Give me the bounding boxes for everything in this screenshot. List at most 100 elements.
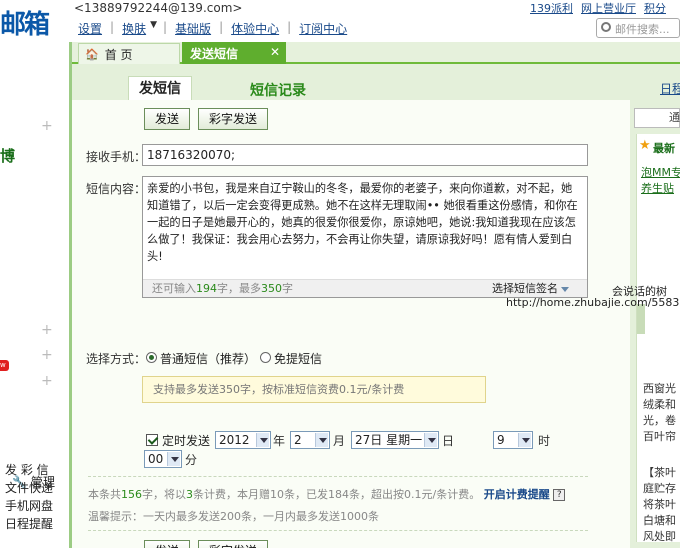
notice-box: 支持最多发送350字，按标准短信资费0.1元/条计费 bbox=[142, 376, 486, 403]
content-label: 短信内容： bbox=[86, 182, 147, 196]
tab-send-sms[interactable]: 发送短信 ✕ bbox=[182, 42, 286, 64]
schedule-label: 定时发送 bbox=[162, 434, 211, 448]
month-value: 2 bbox=[294, 433, 302, 447]
year-unit: 年 bbox=[273, 434, 286, 448]
sidebar-item-mms[interactable]: 发 彩 信 bbox=[5, 461, 49, 478]
nav-subscription-center[interactable]: 订阅中心 bbox=[297, 20, 349, 37]
expand-plus-icon[interactable]: + bbox=[41, 347, 53, 363]
minute-value: 00 bbox=[148, 452, 164, 466]
divider bbox=[88, 476, 588, 477]
link-points[interactable]: 积分 bbox=[644, 0, 666, 16]
nav-skin[interactable]: 换肤 bbox=[120, 20, 148, 37]
page-tabs: 🏠 首 页 发送短信 ✕ bbox=[72, 42, 680, 64]
nav-separator: | bbox=[163, 20, 168, 34]
expand-plus-icon[interactable]: + bbox=[41, 322, 53, 338]
watermark-url: http://home.zhubajie.com/5583960 bbox=[506, 296, 680, 309]
logo: 邮箱 bbox=[0, 10, 50, 40]
minute-select[interactable]: 00 bbox=[144, 450, 182, 468]
subtabs: 发短信 短信记录 bbox=[72, 64, 630, 100]
top-right-links: 139派利 网上营业厅 积分 bbox=[530, 0, 666, 16]
month-select[interactable]: 2 bbox=[290, 431, 330, 449]
right-text: 光，卷 bbox=[643, 414, 676, 427]
sidebar-item-cloud-disk[interactable]: 手机网盘 bbox=[5, 497, 53, 514]
triangle-down-icon bbox=[561, 286, 569, 292]
right-text: 【茶叶 bbox=[643, 466, 676, 479]
expand-plus-icon[interactable]: + bbox=[41, 373, 53, 389]
help-icon[interactable]: ? bbox=[553, 489, 566, 501]
nav-experience-center[interactable]: 体验中心 bbox=[229, 20, 281, 37]
radio-normal-label: 普通短信（推荐） bbox=[160, 352, 257, 366]
hour-unit: 时 bbox=[538, 434, 551, 448]
sms-form: 发送 彩字发送 接收手机： 18716320070; 短信内容： 亲爱的小书包，… bbox=[72, 100, 630, 548]
billing-stats: 本条共156字，将以3条计费，本月赠10条，已发184条，超出按0.1元/条计费… bbox=[88, 486, 566, 502]
tip-text: 温馨提示：一天内最多发送200条，一月内最多发送1000条 bbox=[88, 510, 379, 523]
right-text: 风处即 bbox=[643, 530, 676, 543]
right-link[interactable]: 养生贴 bbox=[641, 180, 674, 196]
sidebar-bold-label: 博 bbox=[0, 147, 16, 165]
account-email: <13889792244@139.com> bbox=[74, 1, 243, 15]
top-header: 邮箱 <13889792244@139.com> 设置 | 换肤 ▼ | 基础版… bbox=[0, 0, 680, 42]
nav-settings[interactable]: 设置 bbox=[76, 20, 104, 37]
right-panel-content: ★ 最新 泡MM专 养生贴 西窗光 绒柔和 光，卷 百叶帘 【茶叶 庭贮存 将茶… bbox=[636, 134, 680, 543]
radio-free-sms[interactable] bbox=[260, 352, 271, 363]
stats-text: 本条共 bbox=[88, 488, 121, 501]
left-sidebar: + 博 w + + + 🔧 管理 发 彩 信 文件快递 手机网盘 日程提醒 bbox=[0, 42, 72, 548]
divider bbox=[88, 530, 588, 531]
nav-separator: | bbox=[287, 20, 292, 34]
nav-separator: | bbox=[219, 20, 224, 34]
right-text: 绒柔和 bbox=[643, 398, 676, 411]
right-text: 百叶帘 bbox=[643, 430, 676, 443]
radio-normal-sms[interactable] bbox=[146, 352, 157, 363]
search-placeholder: 邮件搜索... bbox=[615, 23, 670, 36]
day-select[interactable]: 27日 星期一 bbox=[351, 431, 439, 449]
nav-basic-version[interactable]: 基础版 bbox=[173, 20, 213, 37]
chevron-down-icon[interactable]: ▼ bbox=[148, 20, 157, 37]
hour-select[interactable]: 9 bbox=[493, 431, 533, 449]
phone-input[interactable]: 18716320070; bbox=[142, 144, 588, 166]
right-panel-box: 通 bbox=[634, 108, 680, 128]
tab-home[interactable]: 🏠 首 页 bbox=[78, 43, 180, 64]
close-icon[interactable]: ✕ bbox=[270, 45, 280, 59]
schedule-checkbox[interactable] bbox=[146, 434, 158, 446]
month-unit: 月 bbox=[333, 434, 346, 448]
nav-separator: | bbox=[110, 20, 115, 34]
link-online-hall[interactable]: 网上营业厅 bbox=[581, 0, 636, 16]
year-select[interactable]: 2012 bbox=[215, 431, 271, 449]
stats-text: 字，将以 bbox=[142, 488, 186, 501]
stats-text: 条计费，本月赠10条，已发184条，超出按0.1元/条计费。 bbox=[193, 488, 481, 501]
right-link[interactable]: 泡MM专 bbox=[641, 164, 680, 180]
color-send-button-top[interactable]: 彩字发送 bbox=[198, 108, 268, 130]
search-input[interactable]: 邮件搜索... bbox=[596, 18, 680, 38]
send-button-bottom[interactable]: 发送 bbox=[144, 540, 190, 548]
top-nav: 设置 | 换肤 ▼ | 基础版 | 体验中心 | 订阅中心 bbox=[76, 20, 349, 37]
link-139-pai[interactable]: 139派利 bbox=[530, 0, 573, 16]
send-button-top[interactable]: 发送 bbox=[144, 108, 190, 130]
right-text: 将茶叶 bbox=[643, 498, 676, 511]
remaining-count: 194 bbox=[196, 282, 217, 295]
enable-billing-reminder-link[interactable]: 开启计费提醒 bbox=[484, 488, 550, 501]
tab-sms-label: 发送短信 bbox=[190, 46, 239, 61]
right-text: 西窗光 bbox=[643, 382, 676, 395]
star-icon: ★ bbox=[639, 138, 651, 153]
subtab-send-sms[interactable]: 发短信 bbox=[128, 76, 192, 100]
schedule-link[interactable]: 日程 bbox=[660, 80, 680, 97]
sidebar-badge: w bbox=[0, 360, 9, 371]
chevron-down-icon bbox=[424, 433, 437, 447]
search-icon bbox=[601, 22, 611, 32]
sidebar-item-file-express[interactable]: 文件快递 bbox=[5, 479, 53, 496]
method-label: 选择方式： bbox=[86, 352, 147, 366]
sms-count-bar: 还可输入194字，最多350字 选择短信签名 bbox=[143, 279, 587, 297]
sms-content-box: 亲爱的小书包，我是来自辽宁鞍山的冬冬，最爱你的老婆子，来向你道歉，对不起，她知道… bbox=[142, 176, 588, 298]
sidebar-item-schedule-reminder[interactable]: 日程提醒 bbox=[5, 515, 53, 532]
sms-content-textarea[interactable]: 亲爱的小书包，我是来自辽宁鞍山的冬冬，最爱你的老婆子，来向你道歉，对不起，她知道… bbox=[143, 177, 587, 279]
expand-plus-icon[interactable]: + bbox=[41, 118, 53, 134]
subtab-sms-record[interactable]: 短信记录 bbox=[250, 80, 306, 100]
stats-count: 3 bbox=[186, 488, 193, 501]
minute-unit: 分 bbox=[185, 453, 198, 467]
latest-label: 最新 bbox=[653, 142, 675, 155]
hour-value: 9 bbox=[497, 433, 505, 447]
day-unit: 日 bbox=[442, 434, 455, 448]
chevron-down-icon bbox=[256, 433, 269, 447]
signature-label: 选择短信签名 bbox=[492, 282, 558, 295]
color-send-button-bottom[interactable]: 彩字发送 bbox=[198, 540, 268, 548]
